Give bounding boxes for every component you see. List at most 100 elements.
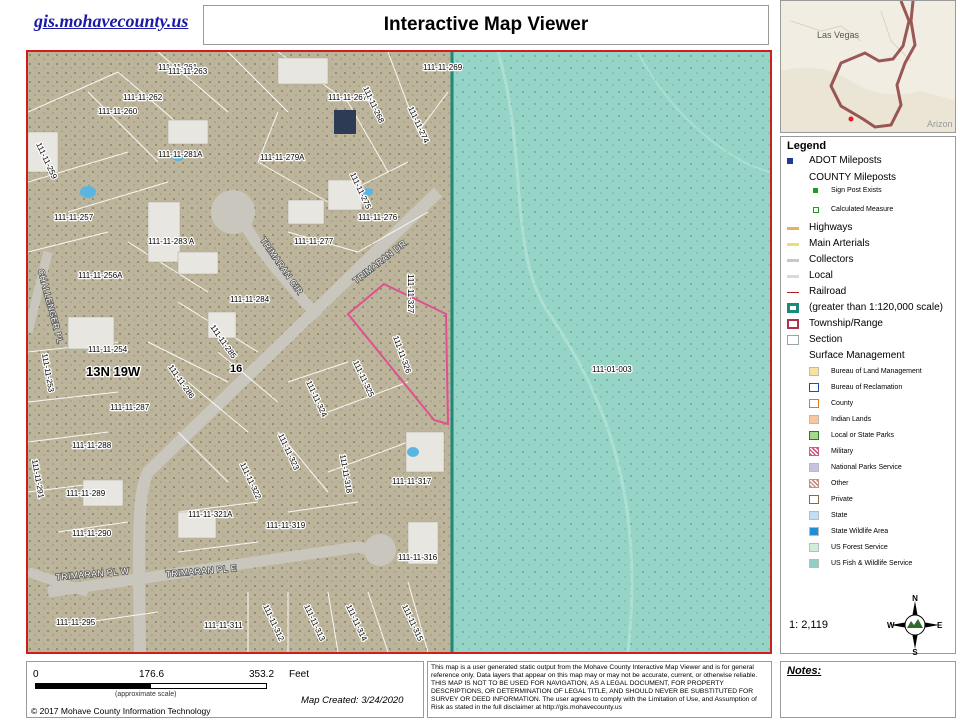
big-parcel-label[interactable]: 111-01-003: [591, 364, 634, 376]
parcel-label[interactable]: 111-11-317: [391, 476, 433, 487]
legend-item: Local or State Parks: [781, 429, 957, 443]
compass-e: E: [937, 621, 943, 630]
legend-swatch-icon: [787, 259, 799, 262]
legend-swatch-icon: [787, 303, 799, 313]
legend-swatch-icon: [809, 383, 819, 392]
parcel-label[interactable]: 111-11-283 A: [147, 236, 196, 247]
parcel-label[interactable]: 111-11-256A: [77, 270, 125, 281]
legend-swatch-icon: [813, 188, 818, 193]
site-link[interactable]: gis.mohavecounty.us: [26, 5, 198, 32]
legend-item: National Parks Service: [781, 461, 957, 475]
parcel-label[interactable]: 111-11-262: [122, 92, 164, 103]
legend-label: Calculated Measure: [831, 206, 894, 213]
scale-start: 0: [33, 669, 39, 680]
legend-item: ADOT Mileposts: [781, 154, 957, 168]
title-box: Interactive Map Viewer: [203, 5, 769, 45]
legend-label: State: [831, 512, 848, 519]
legend-label: Surface Management: [809, 350, 905, 361]
legend-swatch-icon: [809, 495, 819, 504]
legend-item: Local: [781, 269, 957, 283]
legend-item: Calculated Measure: [781, 203, 957, 217]
overview-map-graphic: Las Vegas Arizon: [781, 1, 955, 132]
page-title: Interactive Map Viewer: [383, 14, 589, 35]
main-map[interactable]: 111-11-261 111-11-262 111-11-263 111-11-267…: [26, 50, 772, 654]
legend-item: State Wildlife Area: [781, 525, 957, 539]
legend-item: Surface Management: [781, 349, 957, 363]
scale-bar: [35, 683, 267, 689]
parcel-label[interactable]: 111-11-295: [55, 617, 97, 628]
section-number: 16: [230, 363, 242, 375]
scale-end: 353.2: [249, 669, 275, 680]
parcel-label[interactable]: 111-11-263: [167, 66, 209, 77]
legend-item: County: [781, 397, 957, 411]
parcel-label[interactable]: 111-11-319: [265, 520, 307, 531]
parcel-label[interactable]: 111-11-290: [71, 528, 113, 539]
parcel-label[interactable]: 111-11-257: [53, 212, 95, 223]
compass-s: S: [912, 648, 918, 655]
legend-label: Private: [831, 496, 853, 503]
overview-city-label: Las Vegas: [817, 30, 860, 40]
parcel-label[interactable]: 111-11-260: [97, 106, 139, 117]
legend-label: Highways: [809, 222, 853, 233]
scale-mid: 176.6: [139, 669, 165, 680]
parcel-label[interactable]: 111-11-284: [229, 294, 271, 305]
copyright: © 2017 Mohave County Information Technol…: [31, 706, 211, 716]
legend-label: Section: [809, 334, 843, 345]
legend-label: US Forest Service: [831, 544, 888, 551]
parcel-label[interactable]: 111-11-281A: [157, 149, 205, 160]
legend-item: Bureau of Reclamation: [781, 381, 957, 395]
parcel-label[interactable]: 111-11-279A: [259, 152, 307, 163]
legend-item: Bureau of Land Management: [781, 365, 957, 379]
legend-label: Local or State Parks: [831, 432, 895, 439]
legend-swatch-icon: [809, 447, 819, 456]
legend-item: Railroad: [781, 285, 957, 299]
legend-label: Collectors: [809, 254, 854, 265]
legend-label: National Parks Service: [831, 464, 902, 471]
legend-label: (greater than 1:120,000 scale): [809, 302, 943, 313]
compass-rose-icon: N S W E: [887, 595, 943, 655]
disclaimer-text: This map is a user generated static outp…: [431, 664, 758, 711]
map-canvas[interactable]: 111-11-261111-11-262111-11-263111-11-267…: [28, 52, 770, 652]
legend-swatch-icon: [787, 227, 799, 230]
scale-ratio: 1: 2,119: [789, 619, 828, 631]
legend-label: Indian Lands: [831, 416, 872, 423]
map-created: Map Created: 3/24/2020: [301, 695, 404, 706]
legend-swatch-icon: [809, 415, 819, 424]
legend-label: Local: [809, 270, 833, 281]
parcel-label[interactable]: 111-11-321A: [187, 509, 235, 520]
legend-label: US Fish & Wildlife Service: [831, 560, 913, 567]
parcel-label[interactable]: 111-11-316: [397, 552, 439, 563]
legend-panel: Legend ADOT Mileposts COUNTY Mileposts Sig…: [780, 136, 957, 655]
scale-unit: Feet: [289, 669, 310, 680]
legend-swatch-icon: [809, 511, 819, 520]
parcel-label[interactable]: 111-11-289: [65, 488, 107, 499]
parcel-label[interactable]: 111-11-327: [405, 273, 416, 315]
scale-box: 0 176.6 353.2 Feet (approximate scale) M…: [26, 661, 424, 718]
legend-title: Legend: [787, 140, 827, 152]
legend-swatch-icon: [809, 431, 819, 440]
legend-item: Section: [781, 333, 957, 347]
legend-label: Sign Post Exists: [831, 187, 882, 194]
legend-swatch-icon: [809, 479, 819, 488]
legend-label: Bureau of Land Management: [831, 368, 922, 375]
parcel-label[interactable]: 111-11-269: [422, 62, 464, 73]
parcel-label[interactable]: 111-11-311: [203, 620, 244, 631]
legend-swatch-icon: [787, 319, 799, 329]
legend-item: Private: [781, 493, 957, 507]
parcel-label[interactable]: 111-11-277: [293, 236, 335, 247]
parcel-label[interactable]: 111-11-287: [109, 402, 151, 413]
legend-item: Main Arterials: [781, 237, 957, 251]
legend-label: County: [831, 400, 854, 407]
notes-label: Notes:: [787, 665, 822, 677]
legend-label: Railroad: [809, 286, 847, 297]
overview-map[interactable]: Las Vegas Arizon: [780, 0, 956, 133]
parcel-label[interactable]: 111-11-254: [87, 344, 129, 355]
parcel-label[interactable]: 111-11-276: [357, 212, 399, 223]
legend-item: COUNTY Mileposts: [781, 171, 957, 185]
scale-approx: (approximate scale): [115, 691, 177, 698]
legend-label: ADOT Mileposts: [809, 155, 882, 166]
parcel-label[interactable]: 111-11-288: [71, 440, 113, 451]
legend-label: Main Arterials: [809, 238, 870, 249]
legend-label: Township/Range: [809, 318, 883, 329]
legend-item: US Fish & Wildlife Service: [781, 557, 957, 571]
